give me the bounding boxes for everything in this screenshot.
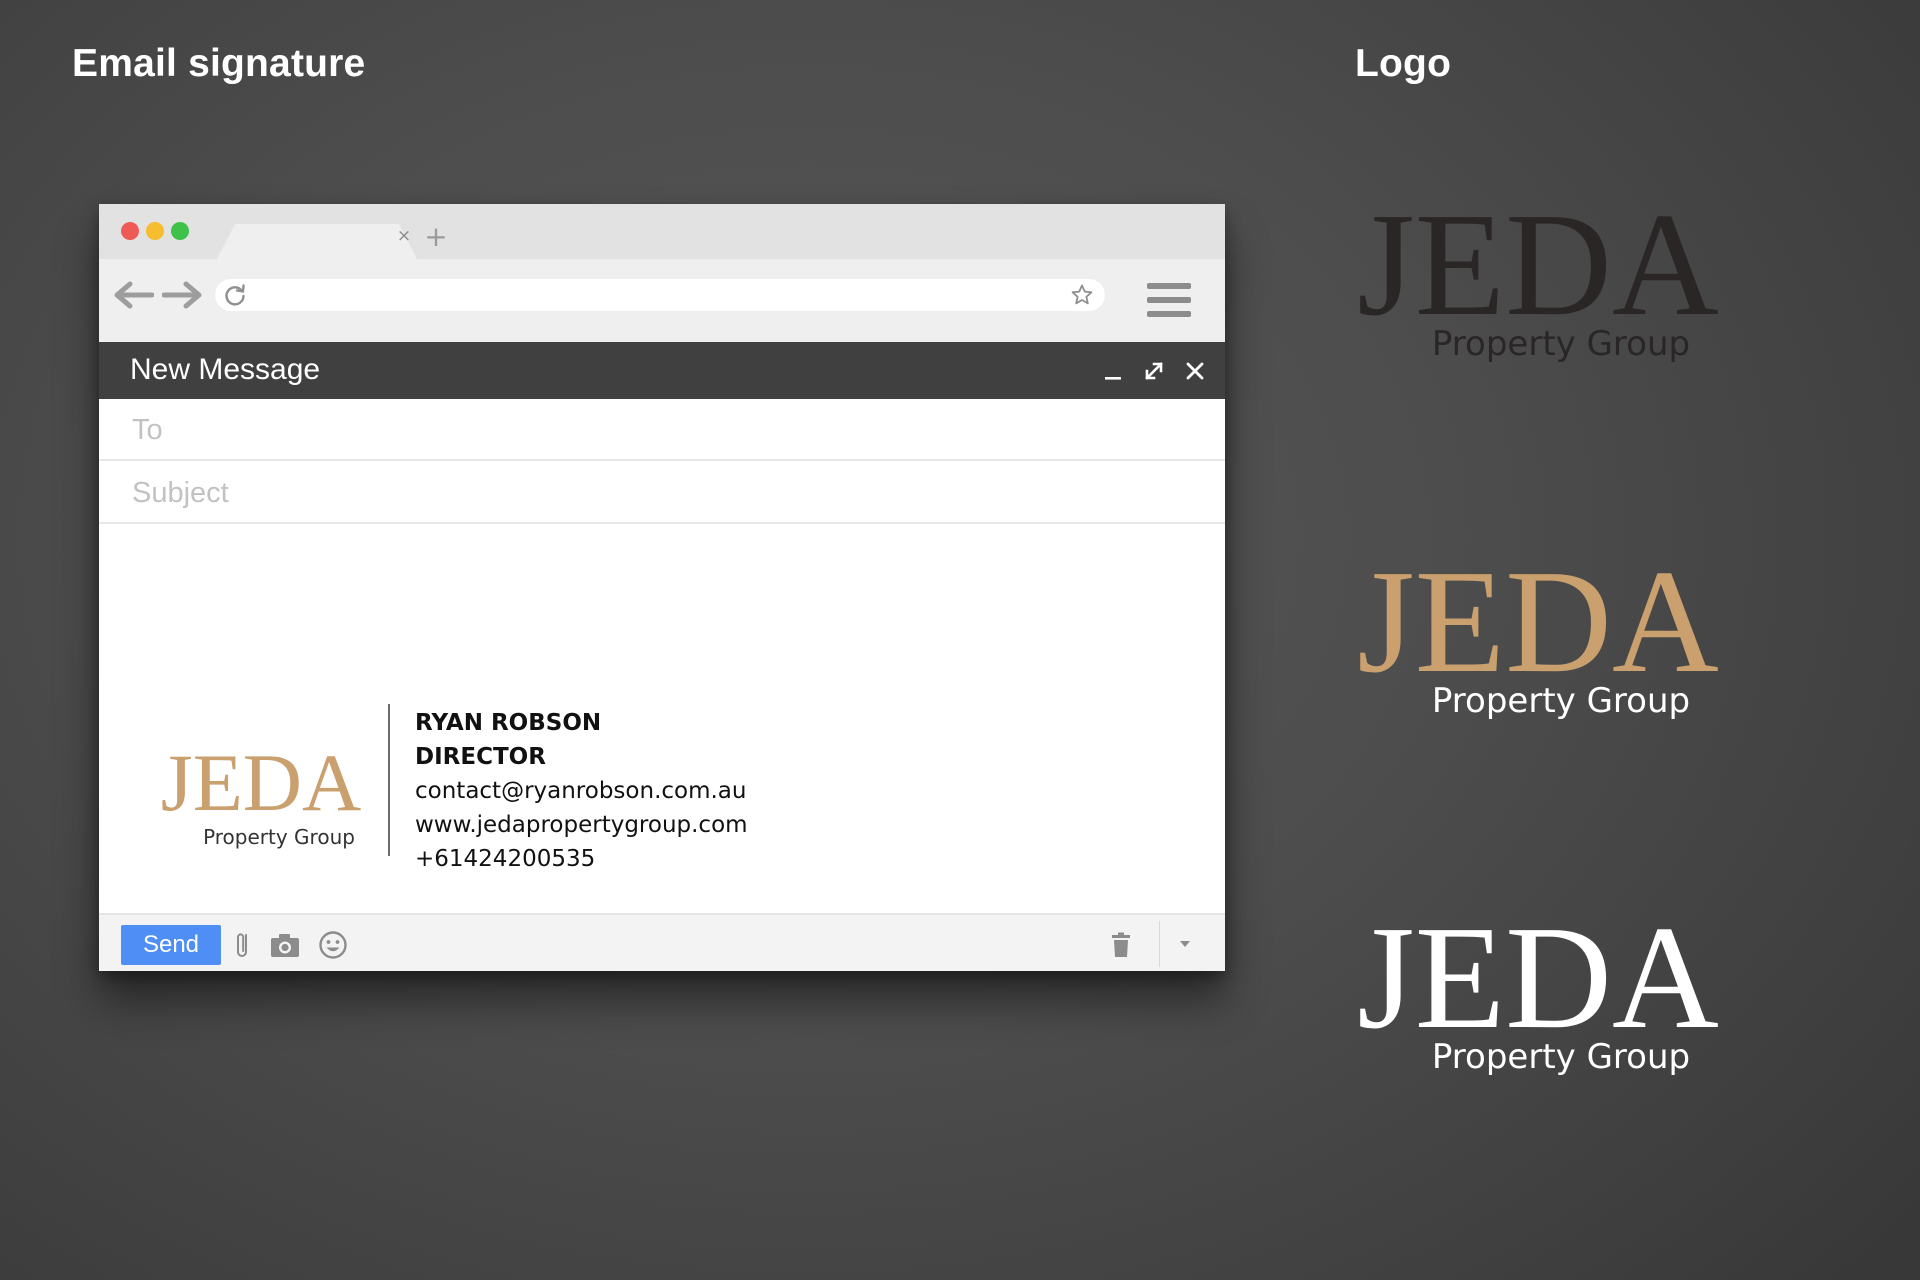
minimize-icon[interactable] bbox=[1101, 359, 1125, 383]
logo-dark: JEDA Property Group bbox=[1357, 190, 1719, 364]
logo-gold: JEDA Property Group bbox=[1357, 547, 1719, 721]
message-body[interactable]: JEDA Property Group RYAN ROBSON DIRECTOR… bbox=[99, 524, 1225, 913]
compose-title: New Message bbox=[130, 353, 321, 386]
compose-footer: Send bbox=[99, 913, 1225, 971]
address-bar[interactable] bbox=[215, 279, 1105, 311]
footer-separator bbox=[1159, 921, 1160, 967]
to-input[interactable] bbox=[130, 409, 1184, 451]
logo-white: JEDA Property Group bbox=[1357, 903, 1719, 1077]
expand-icon[interactable] bbox=[1142, 359, 1166, 383]
email-signature-heading: Email signature bbox=[72, 42, 366, 85]
new-tab-icon[interactable]: + bbox=[424, 223, 448, 251]
browser-toolbar bbox=[99, 259, 1225, 342]
subject-input[interactable] bbox=[130, 472, 1184, 514]
tab-close-icon[interactable]: × bbox=[396, 226, 412, 246]
signature-logo: JEDA Property Group bbox=[161, 742, 361, 849]
browser-tab[interactable] bbox=[217, 224, 417, 259]
browser-window: × + New Message To Subject JEDA Property… bbox=[99, 204, 1225, 971]
close-icon[interactable] bbox=[1183, 359, 1207, 383]
trash-icon[interactable] bbox=[1109, 932, 1133, 958]
signature-divider bbox=[388, 704, 390, 856]
logo-heading: Logo bbox=[1355, 42, 1452, 85]
emoji-icon[interactable] bbox=[317, 929, 349, 961]
back-arrow-icon[interactable] bbox=[112, 280, 154, 310]
camera-icon[interactable] bbox=[269, 929, 301, 961]
signature-details: RYAN ROBSON DIRECTOR contact@ryanrobson.… bbox=[415, 706, 748, 876]
maximize-window-button[interactable] bbox=[171, 222, 189, 240]
attach-icon[interactable] bbox=[233, 929, 253, 961]
signature-logo-tagline: Property Group bbox=[203, 825, 355, 849]
send-button[interactable]: Send bbox=[121, 925, 221, 965]
minimize-window-button[interactable] bbox=[146, 222, 164, 240]
logo-dark-tagline: Property Group bbox=[1432, 324, 1690, 364]
more-options-chevron-down-icon[interactable] bbox=[1175, 933, 1195, 953]
signature-email[interactable]: contact@ryanrobson.com.au bbox=[415, 774, 748, 808]
subject-field bbox=[99, 462, 1225, 524]
bookmark-star-icon[interactable] bbox=[1070, 283, 1094, 307]
menu-icon[interactable] bbox=[1147, 283, 1191, 317]
compose-header: New Message bbox=[99, 342, 1225, 399]
forward-arrow-icon[interactable] bbox=[162, 280, 204, 310]
close-window-button[interactable] bbox=[121, 222, 139, 240]
logo-white-tagline: Property Group bbox=[1432, 1037, 1690, 1077]
signature-name: RYAN ROBSON bbox=[415, 710, 602, 736]
signature-phone[interactable]: +61424200535 bbox=[415, 842, 748, 876]
signature-logo-wordmark: JEDA bbox=[161, 742, 361, 828]
to-field bbox=[99, 399, 1225, 461]
signature-role: DIRECTOR bbox=[415, 744, 546, 770]
reload-icon[interactable] bbox=[223, 283, 247, 307]
logo-gold-tagline: Property Group bbox=[1432, 681, 1690, 721]
signature-website[interactable]: www.jedapropertygroup.com bbox=[415, 808, 748, 842]
tab-bar: × + bbox=[99, 204, 1225, 259]
